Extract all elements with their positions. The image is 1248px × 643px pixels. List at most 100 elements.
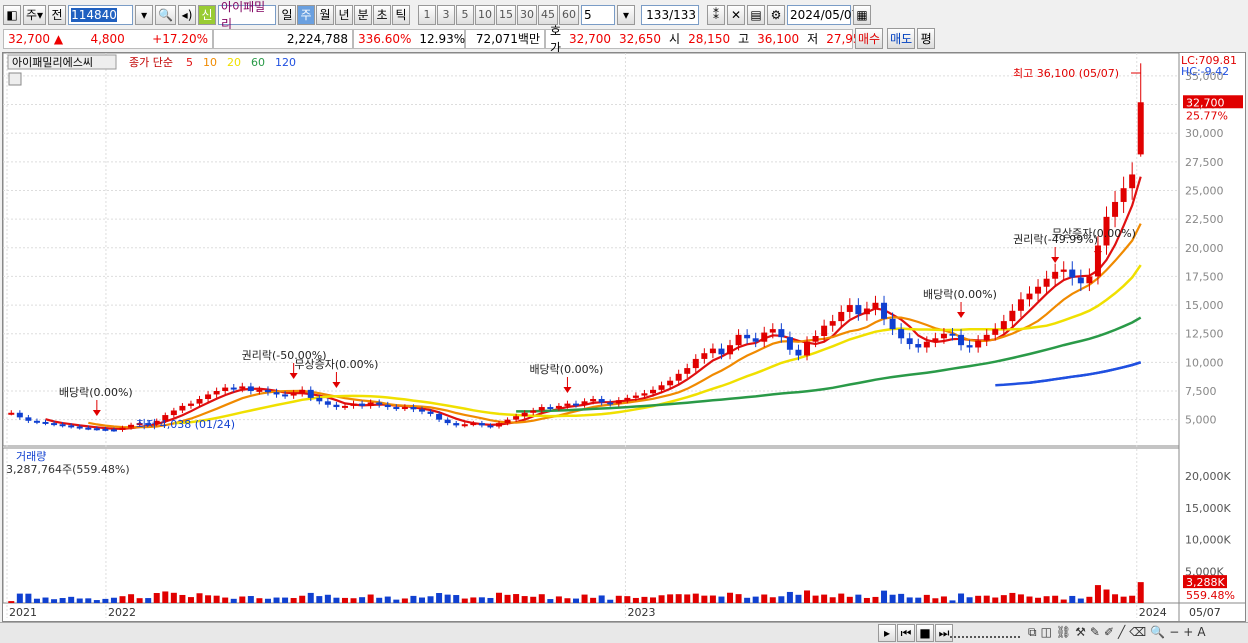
pen-icon[interactable]: ✎: [1090, 625, 1100, 640]
period-button-6[interactable]: 틱: [392, 4, 411, 25]
period-button-2[interactable]: 월: [316, 4, 335, 25]
period-button-0[interactable]: 일: [278, 4, 297, 25]
candle-body: [727, 345, 734, 355]
candle-body: [590, 399, 597, 402]
candle-body: [812, 336, 819, 342]
search-icon[interactable]: 🔍: [155, 4, 177, 25]
interval-button-60[interactable]: 60: [559, 4, 580, 25]
zoom-slider[interactable]: [950, 626, 1020, 638]
period-button-5[interactable]: 초: [373, 4, 392, 25]
candle-body: [675, 373, 682, 381]
type-select[interactable]: 전: [48, 4, 67, 25]
volume-bar: [718, 596, 725, 603]
volume-bar: [1120, 596, 1127, 603]
volume-tick-label: 15,000K: [1185, 502, 1231, 515]
volume-bar: [692, 593, 699, 603]
search-icon[interactable]: 🔍: [1150, 625, 1165, 640]
count-field[interactable]: 133/133: [641, 4, 700, 25]
y-tick-label: 7,500: [1185, 385, 1217, 398]
chart-svg[interactable]: 최고 36,100 (05/07) 최저 4,038 (01/24) 배당락(0.0…: [2, 52, 1245, 621]
volume-bar: [128, 594, 135, 603]
interval-button-5[interactable]: 5: [456, 4, 475, 25]
line-icon[interactable]: ╱: [1118, 625, 1125, 640]
legend-ma-20: 20: [227, 56, 241, 69]
sound-icon[interactable]: ◂): [178, 4, 197, 25]
dropdown-icon[interactable]: ▾: [135, 4, 154, 25]
save-icon[interactable]: ▤: [747, 4, 766, 25]
volume-bar: [607, 599, 614, 603]
candle-body: [359, 403, 366, 406]
period-select[interactable]: 주 ▾: [23, 4, 47, 25]
candle-body: [744, 334, 751, 339]
candle-body: [735, 334, 742, 346]
candle-body: [68, 425, 75, 428]
period-button-4[interactable]: 분: [354, 4, 373, 25]
interval-input[interactable]: 5: [581, 4, 616, 25]
rewind-icon[interactable]: ⏮: [897, 624, 915, 642]
volume-bar: [992, 597, 999, 603]
open-value: 28,150: [688, 31, 731, 46]
volume-bar: [590, 597, 597, 603]
volume-bar: [1129, 595, 1136, 603]
stock-name[interactable]: 아이패밀리: [218, 0, 277, 31]
buy-button[interactable]: 매수: [855, 28, 884, 49]
stock-code-input[interactable]: 114840: [68, 4, 134, 25]
volume-bar: [752, 596, 759, 603]
stock-code-value: 114840: [71, 7, 117, 22]
volume-bar: [1035, 597, 1042, 603]
volume-bar: [1000, 595, 1007, 603]
interval-button-1[interactable]: 1: [418, 4, 437, 25]
calendar-icon[interactable]: ▦: [853, 4, 872, 25]
sell-button[interactable]: 매도: [887, 28, 916, 49]
interval-dropdown-icon[interactable]: ▾: [617, 4, 636, 25]
link-icon[interactable]: ⛓: [1056, 625, 1071, 640]
turnover: 12.93%: [419, 31, 466, 46]
candle-body: [692, 358, 699, 369]
text-icon[interactable]: A: [1197, 625, 1205, 640]
period-button-1[interactable]: 주: [297, 4, 316, 25]
new-badge[interactable]: 신: [198, 4, 217, 25]
interval-button-15[interactable]: 15: [496, 4, 517, 25]
volume-bar: [615, 595, 622, 603]
copy-icon[interactable]: ⧉: [1028, 625, 1037, 640]
volume-bar: [675, 594, 682, 603]
volume-bar: [581, 594, 588, 603]
candle-body: [581, 401, 588, 405]
candle-body: [564, 403, 571, 406]
volume-bar: [1137, 582, 1144, 603]
interval-button-10[interactable]: 10: [475, 4, 496, 25]
volume-bar: [256, 598, 263, 603]
scroll-right-icon[interactable]: ▸: [878, 624, 896, 642]
window-icon[interactable]: ◫: [1041, 625, 1052, 640]
brush-icon[interactable]: ✐: [1104, 625, 1114, 640]
legend-ma-60: 60: [251, 56, 265, 69]
plus-icon[interactable]: +: [1183, 625, 1193, 640]
chart-panel[interactable]: 최고 36,100 (05/07) 최저 4,038 (01/24) 배당락(0.0…: [2, 52, 1246, 622]
dividend-2023-arrow-head: [957, 312, 966, 318]
stop-icon[interactable]: ■: [916, 624, 934, 642]
window-menu-icon[interactable]: ◧: [3, 4, 21, 25]
candle-body: [1060, 269, 1067, 272]
split-icon[interactable]: ⁑: [707, 4, 726, 25]
tool-icon[interactable]: ⚒: [1075, 625, 1086, 640]
average-button[interactable]: 평: [917, 28, 936, 49]
candle-body: [1069, 269, 1076, 278]
volume-bar: [1069, 595, 1076, 603]
date-input[interactable]: 2024/05/07: [787, 4, 859, 25]
volume-bar: [350, 598, 357, 603]
crosshair-icon[interactable]: ✕: [727, 4, 746, 25]
interval-button-30[interactable]: 30: [517, 4, 538, 25]
volume-bar: [1052, 595, 1059, 603]
gear-icon[interactable]: ⚙: [767, 4, 786, 25]
minus-icon[interactable]: −: [1169, 625, 1179, 640]
x-tick-label: 2024: [1139, 606, 1167, 619]
volume-bar: [513, 594, 520, 603]
volume-bar: [846, 596, 853, 603]
interval-button-3[interactable]: 3: [437, 4, 456, 25]
eraser-icon[interactable]: ⌫: [1129, 625, 1146, 640]
candle-body: [949, 333, 956, 336]
volume-bar: [444, 594, 451, 603]
volume-bar: [641, 596, 648, 603]
period-button-3[interactable]: 년: [335, 4, 354, 25]
volume-pct: 336.60%: [358, 31, 412, 46]
